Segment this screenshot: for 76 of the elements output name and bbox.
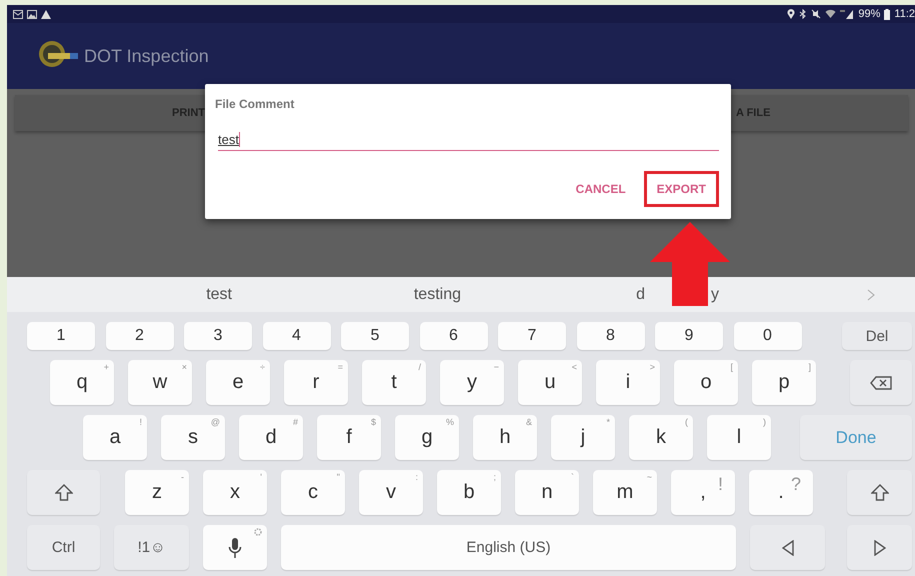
suggestion[interactable]: d <box>636 286 645 304</box>
location-icon <box>787 9 796 19</box>
battery-percent: 99% <box>858 8 880 20</box>
key[interactable]: l ) <box>707 415 771 460</box>
key[interactable]: 6 <box>420 322 488 350</box>
shift-key[interactable] <box>847 470 912 515</box>
key[interactable]: f $ <box>317 415 381 460</box>
key[interactable]: c " <box>281 470 345 515</box>
key[interactable]: 8 <box>576 322 644 350</box>
right-triangle-icon <box>874 540 886 556</box>
key[interactable]: n ` <box>515 470 579 515</box>
key[interactable]: b ; <box>437 470 501 515</box>
key[interactable]: m ~ <box>593 470 657 515</box>
chevron-right-icon[interactable] <box>867 288 875 300</box>
microphone-icon <box>228 536 242 558</box>
key[interactable]: 4 <box>262 322 330 350</box>
key[interactable]: z - <box>125 470 189 515</box>
key[interactable]: w × <box>128 360 192 405</box>
highlighted-dialog-button[interactable]: EXPORT <box>644 171 719 207</box>
key[interactable]: 1 <box>27 322 95 350</box>
app-title: DOT Inspection <box>84 46 209 66</box>
key[interactable]: o [ <box>674 360 738 405</box>
key[interactable]: e ÷ <box>206 360 270 405</box>
key[interactable]: 9 <box>655 322 723 350</box>
key[interactable]: i > <box>596 360 660 405</box>
key[interactable]: , ! <box>671 470 735 515</box>
key[interactable]: . ? <box>749 470 813 515</box>
comment-field[interactable]: test <box>218 128 719 151</box>
wifi-icon <box>825 9 836 19</box>
key[interactable]: 7 <box>498 322 566 350</box>
mail-icon <box>13 10 23 18</box>
cursor-right-key[interactable] <box>847 525 912 570</box>
key[interactable]: 3 <box>184 322 252 350</box>
key[interactable]: v : <box>359 470 423 515</box>
key[interactable]: k ( <box>629 415 693 460</box>
warning-icon <box>41 10 51 18</box>
bluetooth-icon <box>799 9 808 19</box>
cursor-left-key[interactable] <box>750 525 825 570</box>
key[interactable]: y − <box>440 360 504 405</box>
key[interactable]: 0 <box>734 322 802 350</box>
backspace-key[interactable] <box>850 360 912 405</box>
key[interactable]: !1☺ <box>114 525 189 570</box>
shift-icon <box>54 484 72 502</box>
suggestion[interactable]: test <box>206 286 232 304</box>
key[interactable]: q + <box>50 360 114 405</box>
shift-icon <box>870 484 888 502</box>
key[interactable]: r = <box>284 360 348 405</box>
suggestion[interactable]: testing <box>414 286 461 304</box>
mute-icon <box>811 9 822 19</box>
signal-icon <box>840 9 854 19</box>
suggestion[interactable]: y <box>711 286 719 304</box>
shift-key[interactable] <box>27 470 100 515</box>
key[interactable]: j * <box>551 415 615 460</box>
battery-icon <box>884 8 890 20</box>
key[interactable]: 5 <box>341 322 409 350</box>
dialog-title: File Comment <box>215 97 296 111</box>
clock: 11:2 <box>894 8 915 20</box>
left-triangle-icon <box>782 540 794 556</box>
dialog-button[interactable]: CANCEL <box>564 171 638 207</box>
backspace-icon <box>870 376 892 390</box>
key[interactable]: s @ <box>161 415 225 460</box>
key[interactable]: 2 <box>106 322 174 350</box>
gear-icon <box>254 528 262 536</box>
key[interactable]: x ' <box>203 470 267 515</box>
key[interactable]: d # <box>239 415 303 460</box>
key[interactable]: t / <box>362 360 426 405</box>
key[interactable]: u < <box>518 360 582 405</box>
key[interactable]: h & <box>473 415 537 460</box>
key[interactable]: a ! <box>83 415 147 460</box>
key[interactable]: Del <box>842 322 912 350</box>
key[interactable]: g % <box>395 415 459 460</box>
microphone-key[interactable] <box>203 525 267 570</box>
key[interactable]: Ctrl <box>27 525 100 570</box>
image-icon <box>27 10 37 18</box>
key[interactable]: p ] <box>752 360 816 405</box>
space-key[interactable]: English (US) <box>281 525 736 570</box>
